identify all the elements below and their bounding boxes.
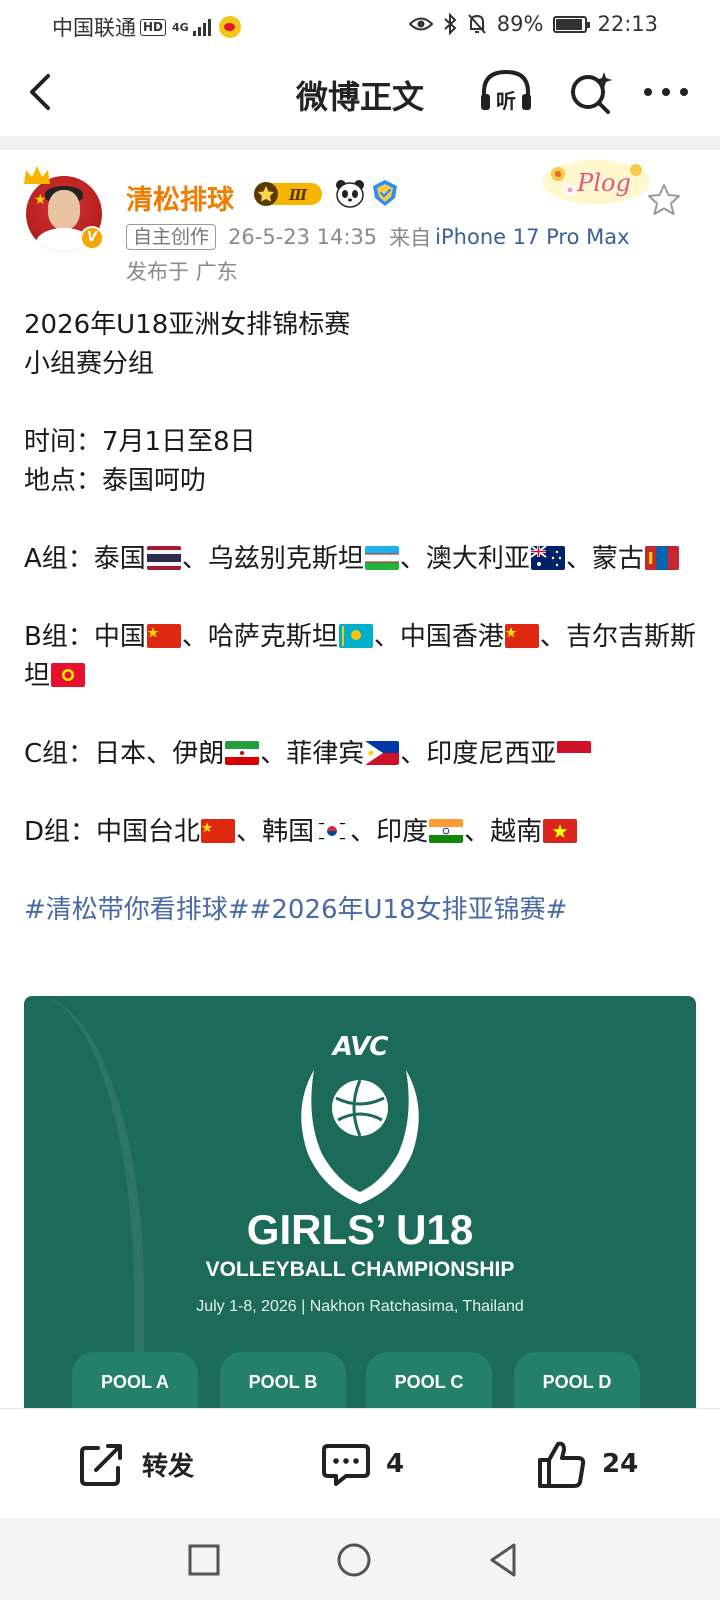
status-right: 89% 22:13 — [408, 12, 658, 36]
card-title: GIRLS’ U18 — [246, 1206, 474, 1253]
bluetooth-icon — [444, 13, 457, 35]
pool-b-tab: POOL B — [220, 1352, 346, 1408]
like-button[interactable]: 24 — [536, 1435, 638, 1493]
pool-c-tab: POOL C — [366, 1352, 492, 1408]
verified-v-badge: V — [80, 226, 104, 250]
original-content-tag: 自主创作 — [126, 224, 217, 250]
iran-flag-icon — [225, 741, 260, 765]
recent-apps-square-icon[interactable] — [182, 1538, 226, 1582]
mongolia-flag-icon — [644, 546, 679, 570]
india-flag-icon — [429, 819, 464, 843]
post-author-header: ★ V 清松排球 Ⅲ Plog 自主创作 26-5-23 14:35 来自 iP… — [0, 150, 720, 290]
vietnam-flag-icon — [543, 819, 578, 843]
system-navigation-bar — [0, 1518, 720, 1600]
home-circle-icon[interactable] — [332, 1538, 376, 1582]
battery-percent: 89% — [496, 12, 544, 36]
member-level-text: Ⅲ — [288, 186, 308, 204]
network-type: 4G — [172, 20, 189, 34]
repost-label: 转发 — [142, 1451, 195, 1482]
post-action-bar: 转发 4 24 — [0, 1408, 720, 1518]
hd-icon: HD — [140, 18, 167, 36]
australia-flag-icon — [530, 546, 565, 570]
back-triangle-icon[interactable] — [482, 1538, 526, 1582]
nav-separator — [0, 136, 720, 150]
post-time: 26-5-23 14:35 — [228, 225, 378, 249]
favorite-star-icon[interactable] — [646, 182, 682, 218]
time-line: 时间：7月1日至8日 — [24, 427, 256, 457]
philippines-flag-icon — [365, 741, 400, 765]
kazakhstan-flag-icon — [338, 624, 373, 648]
mute-bell-icon — [468, 14, 486, 34]
emblem-number: 18 — [340, 1145, 380, 1186]
uzbekistan-flag-icon — [364, 546, 399, 570]
china-flag-icon — [504, 624, 539, 648]
card-date-place: July 1-8, 2026 | Nakhon Ratchasima, Thai… — [196, 1298, 524, 1315]
group-c-line: C组：日本、伊朗 、菲律宾 、印度尼西亚 — [24, 735, 696, 774]
listen-headphones-icon[interactable]: 听 — [478, 68, 534, 116]
pool-a-tab: POOL A — [72, 1352, 198, 1408]
status-bar: 中国联通 HD 4G 89% 22:13 — [0, 0, 720, 48]
carrier-name: 中国联通 — [52, 16, 136, 40]
plog-text: Plog — [576, 169, 631, 197]
pool-d-tab: POOL D — [514, 1352, 640, 1408]
hashtag-links[interactable]: #清松带你看排球##2026年U18女排亚锦赛# — [24, 891, 696, 930]
post-meta: 自主创作 26-5-23 14:35 来自 iPhone 17 Pro Max — [126, 222, 630, 252]
thailand-flag-icon — [146, 546, 181, 570]
like-count: 24 — [602, 1449, 639, 1479]
indonesia-flag-icon — [557, 741, 592, 765]
shield-badge-icon[interactable] — [370, 178, 400, 208]
group-a-line: A组：泰国 、乌兹别克斯坦 、澳大利亚 、蒙古 — [24, 540, 696, 579]
comment-count: 4 — [386, 1449, 405, 1479]
thumbs-up-icon — [538, 1441, 586, 1488]
plog-decoration-icon: Plog — [542, 160, 650, 204]
share-icon — [80, 1444, 122, 1486]
author-name[interactable]: 清松排球 — [126, 178, 234, 217]
comment-button[interactable]: 4 — [320, 1435, 404, 1493]
signal-icon — [192, 18, 211, 36]
place-line: 地点：泰国呵叻 — [24, 466, 207, 496]
eye-icon — [408, 17, 433, 31]
u18-volleyball-emblem-icon: 18 — [301, 1070, 419, 1204]
card-subtitle: VOLLEYBALL CHAMPIONSHIP — [205, 1258, 515, 1281]
china-flag-icon — [146, 624, 181, 648]
clock: 22:13 — [597, 12, 658, 36]
post-location: 发布于 广东 — [126, 260, 238, 284]
china-flag-icon — [201, 819, 236, 843]
listen-label: 听 — [496, 89, 516, 113]
source-prefix: 来自 — [389, 226, 432, 250]
pool-tabs: POOL A POOL B POOL C POOL D — [72, 1352, 672, 1408]
group-d-line: D组：中国台北 、韩国 、印度 、越南 — [24, 813, 696, 852]
weibo-notification-icon — [218, 16, 241, 38]
repost-button[interactable]: 转发 — [76, 1435, 194, 1493]
post-image-card[interactable]: AVC 18 GIRLS’ U18 VOLLEYBALL CHAMPIONSHI… — [24, 996, 696, 1408]
panda-icon[interactable] — [334, 178, 366, 208]
avatar-container[interactable]: ★ V — [22, 164, 104, 252]
source-device-link[interactable]: iPhone 17 Pro Max — [435, 225, 629, 249]
battery-icon — [553, 15, 591, 33]
post-line: 小组赛分组 — [24, 349, 155, 379]
top-nav-bar: 微博正文 听 — [0, 48, 720, 136]
member-level-badge[interactable]: Ⅲ — [252, 180, 326, 208]
search-icon[interactable] — [566, 68, 616, 116]
kyrgyzstan-flag-icon — [51, 663, 86, 687]
status-left: 中国联通 HD 4G — [52, 12, 241, 42]
crown-icon — [24, 166, 50, 184]
post-body: 2026年U18亚洲女排锦标赛 小组赛分组 时间：7月1日至8日 地点：泰国呵叻… — [24, 306, 696, 930]
post-line: 2026年U18亚洲女排锦标赛 — [24, 310, 351, 340]
comment-icon — [322, 1444, 370, 1486]
more-options-icon[interactable] — [640, 68, 692, 116]
group-b-line: B组：中国 、哈萨克斯坦 、中国香港 、吉尔吉斯斯坦 — [24, 622, 696, 691]
south-korea-flag-icon — [315, 819, 350, 843]
